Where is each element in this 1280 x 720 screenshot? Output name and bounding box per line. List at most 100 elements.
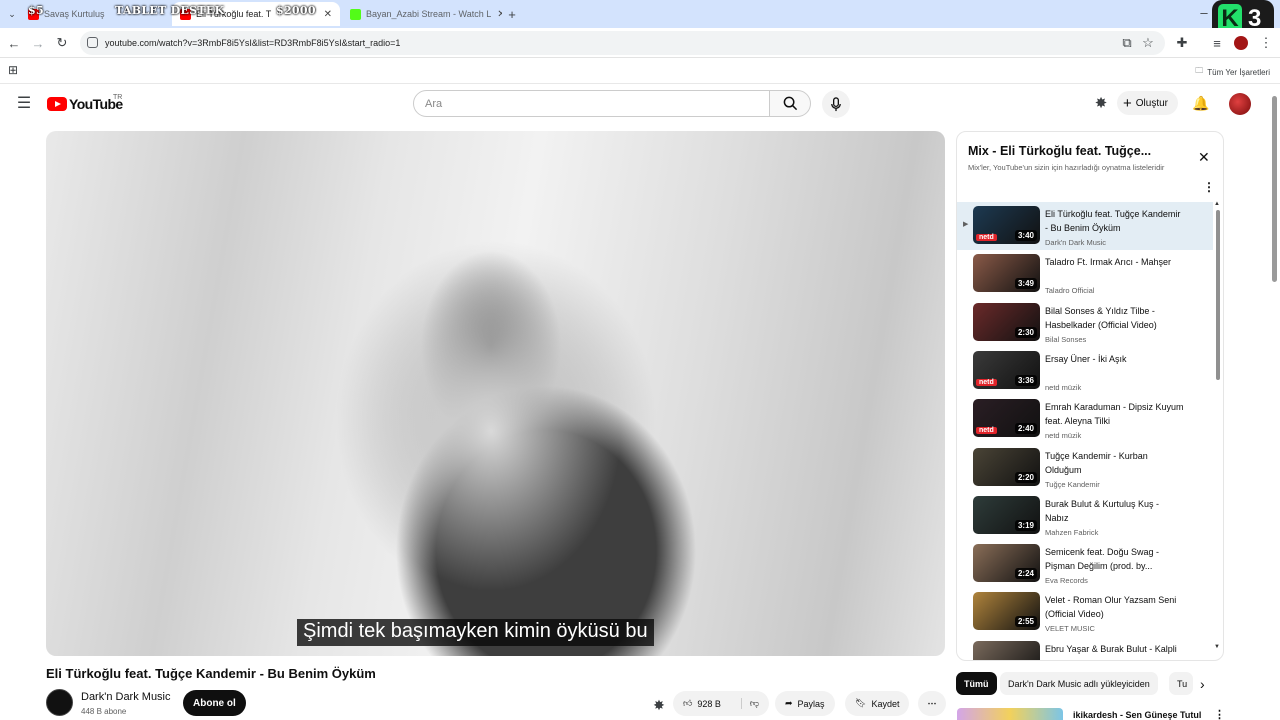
browser-menu-icon[interactable]: ⋮ xyxy=(1258,35,1274,51)
playlist-item[interactable]: 2:30 Bilal Sonses & Yıldız Tilbe - Hasbel… xyxy=(957,299,1213,347)
playlist-item-thumbnail[interactable]: 2:55 xyxy=(973,592,1040,631)
url-bar[interactable]: youtube.com/watch?v=3RmbF8i5YsI&list=RD3… xyxy=(80,31,1165,55)
playlist-item[interactable]: 3:19 Burak Bulut & Kurtuluş Kuş - Nabız Ma… xyxy=(957,492,1213,540)
playlist-item-title[interactable]: Taladro Ft. Irmak Arıcı - Mahşer xyxy=(1045,255,1185,269)
duration-badge: 3:40 xyxy=(1014,230,1037,241)
install-app-icon[interactable]: ⧉ xyxy=(1119,35,1135,51)
back-icon[interactable]: ← xyxy=(6,35,22,51)
subscribe-button[interactable]: Abone ol xyxy=(183,690,246,716)
playlist-item-thumbnail[interactable]: netd 2:40 xyxy=(973,399,1040,438)
reload-icon[interactable]: ↻ xyxy=(54,35,70,51)
next-video-menu-icon[interactable]: ⋮ xyxy=(1214,708,1225,720)
playlist-item[interactable]: 2:55 Velet - Roman Olur Yazsam Seni (Offi… xyxy=(957,588,1213,636)
playlist-item-thumbnail[interactable]: 2:30 xyxy=(973,302,1040,341)
chip-more[interactable]: Tu xyxy=(1169,672,1193,695)
apps-grid-icon[interactable]: ⊞ xyxy=(5,62,21,78)
playlist-item-channel: Tuğçe Kandemir xyxy=(1045,479,1100,489)
playlist-item-title[interactable]: Eli Türkoğlu feat. Tuğçe Kandemir - Bu B… xyxy=(1045,207,1185,235)
hamburger-menu-icon[interactable]: ☰ xyxy=(16,95,32,112)
chip-uploader[interactable]: Dark'n Dark Music adlı yükleyiciden xyxy=(1000,672,1158,695)
playlist-item-title[interactable]: Ersay Üner - İki Aşık xyxy=(1045,352,1185,366)
playlist-title[interactable]: Mix - Eli Türkoğlu feat. Tuğçe... xyxy=(968,144,1151,158)
playlist-item-channel: netd müzik xyxy=(1045,382,1082,392)
netd-logo: netd xyxy=(976,427,997,435)
overlay-label-left: $5 xyxy=(28,4,44,17)
playlist-item[interactable]: 2:20 Tuğçe Kandemir - Kurban Olduğum Tuğçe… xyxy=(957,444,1213,492)
playlist-item[interactable]: ▶ netd 3:40 Eli Türkoğlu feat. Tuğçe Kandem… xyxy=(957,202,1213,250)
playlist-item-title[interactable]: Semicenk feat. Doğu Swag - Pişman Değili… xyxy=(1045,545,1185,573)
channel-avatar[interactable] xyxy=(46,689,73,716)
new-tab-icon[interactable]: + xyxy=(504,6,520,22)
sparkle-icon[interactable]: ✸ xyxy=(1093,95,1109,112)
close-tab-icon[interactable]: ✕ xyxy=(318,9,332,20)
kick-favicon-icon xyxy=(350,8,361,20)
share-label: Paylaş xyxy=(797,698,825,709)
share-arrow-icon: ➦ xyxy=(785,698,793,708)
notifications-bell-icon[interactable]: 🔔 xyxy=(1192,95,1209,111)
save-button[interactable]: 🔖︎ Kaydet xyxy=(845,691,910,716)
forward-icon[interactable]: → xyxy=(30,35,46,51)
extensions-icon[interactable]: ✚ xyxy=(1174,35,1190,51)
playlist-item[interactable]: Ebru Yaşar & Burak Bulut - Kalpli xyxy=(957,637,1213,660)
playlist-item-title[interactable]: Bilal Sonses & Yıldız Tilbe - Hasbelkade… xyxy=(1045,304,1185,332)
page-scrollbar[interactable] xyxy=(1272,96,1277,282)
chips-next-icon[interactable]: › xyxy=(1200,676,1205,692)
playlist-item-title[interactable]: Emrah Karaduman - Dipsiz Kuyum feat. Ale… xyxy=(1045,400,1185,428)
playlist-item-thumbnail[interactable]: netd 3:36 xyxy=(973,350,1040,389)
profile-avatar-icon[interactable] xyxy=(1234,36,1248,50)
scroll-up-icon[interactable]: ▲ xyxy=(1214,201,1220,207)
playlist-item-thumbnail[interactable]: 3:49 xyxy=(973,254,1040,293)
playlist-item[interactable]: 3:49 Taladro Ft. Irmak Arıcı - Mahşer Tala… xyxy=(957,250,1213,298)
playlist-item[interactable]: netd 2:40 Emrah Karaduman - Dipsiz Kuyum f… xyxy=(957,395,1213,443)
playlist-item-title[interactable]: Velet - Roman Olur Yazsam Seni (Official… xyxy=(1045,593,1185,621)
like-icon[interactable]: 👍︎ xyxy=(683,698,692,709)
search-input[interactable]: Ara xyxy=(413,90,770,117)
duration-badge: 2:40 xyxy=(1014,423,1037,435)
account-avatar[interactable] xyxy=(1229,93,1251,115)
playlist-item-thumbnail[interactable]: netd 3:40 xyxy=(973,206,1040,244)
scroll-down-icon[interactable]: ▼ xyxy=(1214,644,1220,650)
chip-all[interactable]: Tümü xyxy=(956,672,997,695)
tab-3[interactable]: Bayan_Azabi Stream - Watch L ✕ xyxy=(342,2,502,26)
playlist-item-title[interactable]: Burak Bulut & Kurtuluş Kuş - Nabız xyxy=(1045,497,1185,525)
ask-ai-icon[interactable]: ✸ xyxy=(651,697,667,713)
playlist-item-thumbnail[interactable]: 3:19 xyxy=(973,495,1040,534)
playlist-item-channel: Dark'n Dark Music xyxy=(1045,238,1107,247)
close-playlist-icon[interactable]: ✕ xyxy=(1198,149,1210,166)
playlist-item-thumbnail[interactable] xyxy=(973,640,1040,660)
youtube-logo[interactable]: YouTube xyxy=(47,96,123,112)
playlist-item[interactable]: 2:24 Semicenk feat. Doğu Swag - Pişman De… xyxy=(957,540,1213,588)
playlist-menu-icon[interactable]: ⋮ xyxy=(1203,180,1215,194)
search-icon xyxy=(783,96,797,111)
next-video-title[interactable]: ikikardesh - Sen Güneşe Tutul xyxy=(1073,710,1201,720)
tab-list-icon[interactable]: ⌄ xyxy=(4,6,20,22)
site-info-icon[interactable] xyxy=(87,37,98,48)
playlist-item-title[interactable]: Tuğçe Kandemir - Kurban Olduğum xyxy=(1045,449,1185,477)
all-bookmarks-label: Tüm Yer İşaretleri xyxy=(1207,67,1270,77)
playlist-item-thumbnail[interactable]: 2:24 xyxy=(973,544,1040,583)
playlist-item-thumbnail[interactable]: 2:20 xyxy=(973,447,1040,486)
playlist-item-title[interactable]: Ebru Yaşar & Burak Bulut - Kalpli xyxy=(1045,642,1185,656)
bookmark-star-icon[interactable]: ☆ xyxy=(1140,35,1156,51)
minimize-icon[interactable]: – xyxy=(1196,4,1212,20)
playlist-item-channel: Taladro Official xyxy=(1045,286,1095,296)
media-control-icon[interactable]: ≡ xyxy=(1209,35,1225,51)
plus-icon: + xyxy=(1123,94,1132,112)
share-button[interactable]: ➦ Paylaş xyxy=(775,691,835,716)
channel-name[interactable]: Dark'n Dark Music xyxy=(81,691,171,703)
playlist-item[interactable]: netd 3:36 Ersay Üner - İki Aşık netd müzik xyxy=(957,347,1213,395)
search-button[interactable] xyxy=(769,90,811,117)
voice-search-button[interactable] xyxy=(822,90,850,118)
netd-logo: netd xyxy=(976,378,997,386)
close-tab-icon[interactable]: ✕ xyxy=(491,9,502,20)
more-actions-button[interactable]: ⋯ xyxy=(918,691,946,716)
dislike-icon[interactable]: 👎︎ xyxy=(740,698,759,709)
video-player[interactable]: Şimdi tek başımayken kimin öyküsü bu xyxy=(46,131,945,656)
duration-badge: 3:49 xyxy=(1014,278,1037,290)
all-bookmarks[interactable]: 🗀 Tüm Yer İşaretleri xyxy=(1195,65,1270,79)
microphone-icon xyxy=(831,96,841,111)
next-video-thumbnail[interactable] xyxy=(957,708,1063,720)
create-button[interactable]: + Oluştur xyxy=(1117,91,1178,115)
playlist-scrollbar[interactable] xyxy=(1216,210,1220,380)
like-count[interactable]: 928 B xyxy=(697,699,721,709)
